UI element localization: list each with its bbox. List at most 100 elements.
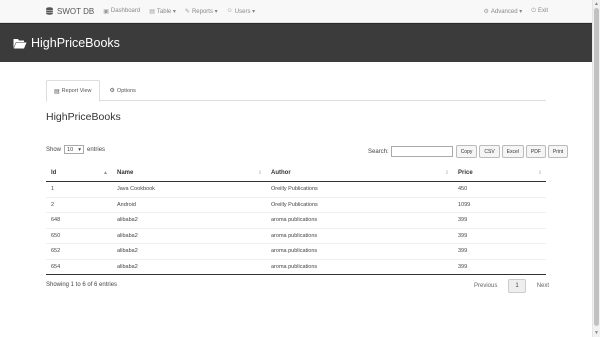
top-navbar: SWOT DB ▣ Dashboard ▤ Table ▾ ✎ Reports ▾ ☺ Use…	[0, 0, 592, 23]
csv-button[interactable]: CSV	[479, 145, 500, 158]
tab-bar: ▤ Report View ⚙ Options	[46, 80, 546, 102]
tab-label: Report View	[61, 88, 92, 94]
brand[interactable]: SWOT DB	[46, 7, 94, 16]
nav-item-right-1[interactable]: ⏻ Exit	[531, 8, 548, 15]
brand-label: SWOT DB	[57, 6, 95, 16]
reports-icon: ✎	[184, 8, 190, 15]
scrollbar[interactable]: ▲ ▼	[592, 0, 600, 337]
scroll-up-icon[interactable]: ▲	[594, 1, 599, 7]
table-cell: 450	[458, 186, 468, 193]
show-entries: Show 10 ▾ entries	[46, 145, 105, 154]
tab-label: Options	[116, 87, 136, 94]
table-cell: Java Cookbook	[117, 186, 155, 193]
sort-icon: ⇕	[537, 170, 542, 176]
table-cell: 1099	[458, 201, 471, 208]
nav-item-label: Dashboard	[110, 8, 141, 14]
table-cell: 652	[51, 248, 61, 255]
folder-open-icon	[13, 38, 27, 48]
nav-item-label: Users ▾	[234, 8, 256, 15]
caret-down-icon: ▾	[78, 146, 82, 153]
entries-select[interactable]: 10 ▾	[64, 145, 85, 154]
table-row[interactable]: 648 alibaba2 aroma publications 399	[46, 213, 546, 229]
table-cell: 1	[51, 186, 55, 193]
excel-button[interactable]: Excel	[501, 145, 524, 158]
table-row[interactable]: 652 alibaba2 aroma publications 399	[46, 244, 546, 260]
table-cell: alibaba2	[117, 248, 138, 255]
previous-button[interactable]: Previous	[468, 279, 503, 293]
table-header: Id ▲ Name ⇕ Author ⇕ Price ⇕	[46, 165, 546, 182]
show-label: Show	[46, 146, 62, 153]
table-cell: alibaba2	[117, 232, 138, 239]
database-icon	[46, 7, 53, 15]
page-header: HighPriceBooks	[0, 23, 592, 62]
sort-icon: ⇕	[257, 170, 262, 176]
export-buttons: Copy CSV Excel PDF Print	[454, 145, 569, 158]
print-button[interactable]: Print	[547, 145, 569, 158]
nav-item-label: Table ▾	[156, 8, 176, 15]
tab-1[interactable]: ⚙ Options	[102, 80, 144, 101]
table-cell: alibaba2	[117, 263, 138, 270]
nav-item-right-0[interactable]: ⚙ Advanced ▾	[483, 8, 522, 15]
table-row[interactable]: 2 Android Oreilly Publications 1099	[46, 198, 546, 213]
column-header-author[interactable]: Author ⇕	[266, 165, 453, 182]
table-cell: 399	[458, 263, 468, 270]
column-header-id[interactable]: Id ▲	[46, 165, 112, 182]
table-cell: 650	[51, 232, 61, 239]
table-row[interactable]: 1 Java Cookbook Oreilly Publications 450	[46, 182, 546, 198]
table-cell: Android	[117, 201, 136, 208]
column-header-label: Author	[271, 170, 291, 176]
column-header-label: Price	[458, 170, 473, 176]
entries-label: entries	[87, 146, 106, 153]
copy-button[interactable]: Copy	[455, 145, 478, 158]
page-title: HighPriceBooks	[31, 36, 120, 50]
nav-item-label: Reports ▾	[191, 8, 218, 15]
nav-item-0[interactable]: ▣ Dashboard	[103, 8, 140, 15]
dashboard-icon: ▣	[103, 8, 109, 15]
table-cell: 399	[458, 217, 468, 224]
scrollbar-thumb[interactable]	[594, 8, 599, 326]
pagination: Previous 1 Next	[468, 279, 555, 293]
document-icon: ▤	[54, 88, 60, 95]
nav-item-right-label: Exit	[537, 8, 548, 14]
nav-item-2[interactable]: ✎ Reports ▾	[185, 8, 218, 15]
user-icon: ☺	[226, 8, 233, 14]
exit-icon: ⏻	[531, 7, 536, 14]
table-cell: 654	[51, 263, 61, 270]
table-cell: aroma publications	[271, 232, 318, 239]
table-cell: Oreilly Publications	[271, 186, 318, 193]
table-cell: aroma publications	[271, 217, 318, 224]
nav-menu: ▣ Dashboard ▤ Table ▾ ✎ Reports ▾ ☺ Users ▾	[103, 8, 264, 15]
table-cell: alibaba2	[117, 217, 138, 224]
search-area: Search: Copy CSV Excel PDF Print	[368, 145, 569, 158]
tab-0[interactable]: ▤ Report View	[46, 80, 100, 102]
gear-icon: ⚙	[109, 88, 115, 94]
next-button[interactable]: Next	[531, 279, 555, 293]
table-row[interactable]: 654 alibaba2 aroma publications 399	[46, 260, 546, 275]
search-input[interactable]	[390, 146, 453, 157]
column-header-label: Name	[117, 170, 134, 176]
report-table: Id ▲ Name ⇕ Author ⇕ Price ⇕ 1 Java Cookbook Orei…	[46, 165, 546, 275]
sort-asc-icon: ▲	[103, 170, 108, 176]
nav-item-3[interactable]: ☺ Users ▾	[227, 8, 256, 15]
table-cell: aroma publications	[271, 263, 318, 270]
column-header-price[interactable]: Price ⇕	[453, 165, 546, 182]
table-row[interactable]: 650 alibaba2 aroma publications 399	[46, 229, 546, 244]
nav-item-1[interactable]: ▤ Table ▾	[149, 8, 176, 15]
entries-value: 10	[67, 146, 74, 153]
table-info: Showing 1 to 6 of 6 entries	[46, 282, 118, 288]
report-title: HighPriceBooks	[46, 111, 121, 123]
gear-icon: ⚙	[483, 8, 489, 15]
table-cell: aroma publications	[271, 248, 318, 255]
table-cell: 399	[458, 248, 468, 255]
column-header-name[interactable]: Name ⇕	[112, 165, 266, 182]
nav-item-right-label: Advanced ▾	[490, 8, 523, 15]
page-button-current[interactable]: 1	[508, 279, 526, 293]
table-cell: 399	[458, 232, 468, 239]
scroll-down-icon[interactable]: ▼	[594, 330, 599, 336]
search-label: Search:	[368, 148, 389, 155]
pdf-button[interactable]: PDF	[525, 145, 546, 158]
table-body: 1 Java Cookbook Oreilly Publications 450 2 An…	[46, 182, 546, 275]
sort-icon: ⇕	[444, 170, 449, 176]
table-icon: ▤	[149, 8, 155, 15]
table-cell: Oreilly Publications	[271, 201, 318, 208]
